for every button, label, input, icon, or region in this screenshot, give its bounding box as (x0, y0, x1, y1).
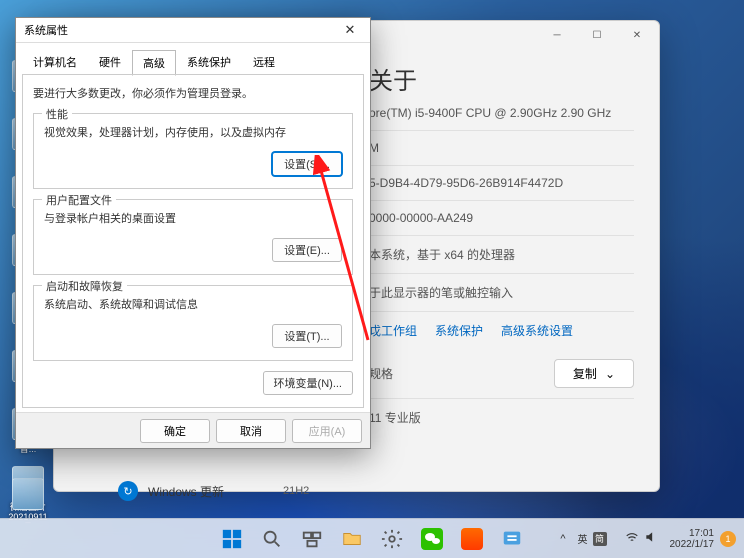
pen-row: 于此显示器的笔或触控输入 (369, 274, 634, 312)
profile-desc: 与登录帐户相关的桌面设置 (44, 210, 342, 226)
admin-note: 要进行大多数更改，你必须作为管理员登录。 (33, 85, 353, 101)
tab-system-protect[interactable]: 系统保护 (176, 49, 242, 75)
clock-time: 17:01 (670, 528, 715, 539)
profile-legend: 用户配置文件 (42, 192, 116, 208)
wechat-taskbar-button[interactable] (414, 521, 450, 557)
ram-row: M (369, 131, 634, 166)
desktop-icon[interactable]: 20210911 (8, 478, 48, 522)
settings-close-button[interactable]: ✕ (619, 23, 655, 47)
startup-group: 启动和故障恢复 系统启动、系统故障和调试信息 设置(T)... (33, 285, 353, 361)
link-advanced-settings[interactable]: 高级系统设置 (501, 322, 573, 339)
edition-row: 11 专业版 (369, 399, 634, 436)
explorer-button[interactable] (334, 521, 370, 557)
device-id-row: 5-D9B4-4D79-95D6-26B914F4472D (369, 166, 634, 201)
product-id-row: 0000-00000-AA249 (369, 201, 634, 236)
tab-hardware[interactable]: 硬件 (88, 49, 132, 75)
tab-remote[interactable]: 远程 (242, 49, 286, 75)
nav-windows-update[interactable]: ↻ Windows 更新 21H2 (118, 481, 318, 501)
link-workgroup[interactable]: 戉工作组 (369, 322, 417, 339)
profile-settings-button[interactable]: 设置(E)... (272, 238, 342, 262)
start-button[interactable] (214, 521, 250, 557)
version-value: 21H2 (283, 485, 309, 497)
env-vars-button[interactable]: 环境变量(N)... (263, 371, 353, 395)
settings-taskbar-button[interactable] (374, 521, 410, 557)
profile-group: 用户配置文件 与登录帐户相关的桌面设置 设置(E)... (33, 199, 353, 275)
search-button[interactable] (254, 521, 290, 557)
taskbar: ^ 英 简 17:01 2022/1/17 1 (0, 518, 744, 558)
chevron-down-icon: ⌄ (605, 367, 615, 381)
about-heading: 关于 (369, 61, 417, 96)
tab-advanced[interactable]: 高级 (132, 50, 176, 76)
system-tray[interactable] (619, 526, 664, 551)
link-system-protect[interactable]: 系统保护 (435, 322, 483, 339)
performance-settings-button[interactable]: 设置(S)... (272, 152, 342, 176)
app-taskbar-button[interactable] (454, 521, 490, 557)
volume-icon (644, 530, 658, 547)
startup-desc: 系统启动、系统故障和调试信息 (44, 296, 342, 312)
ok-button[interactable]: 确定 (140, 419, 210, 443)
arch-row: 本系统，基于 x64 的处理器 (369, 236, 634, 274)
ime-mode-icon: 简 (593, 532, 607, 546)
performance-desc: 视觉效果，处理器计划，内存使用，以及虚拟内存 (44, 124, 342, 140)
dialog-title: 系统属性 (24, 22, 68, 38)
desktop-icon-glyph (12, 478, 44, 510)
ime-indicator[interactable]: 英 简 (572, 527, 613, 550)
control-panel-taskbar-button[interactable] (494, 521, 530, 557)
copy-button[interactable]: 复制 ⌄ (554, 359, 634, 388)
spec-row: 规格 复制 ⌄ (369, 349, 634, 399)
settings-minimize-button[interactable]: ─ (539, 23, 575, 47)
dialog-close-button[interactable]: ✕ (334, 19, 366, 41)
system-properties-dialog: 系统属性 ✕ 计算机名硬件高级系统保护远程 要进行大多数更改，你必须作为管理员登… (15, 17, 371, 449)
spec-label: 规格 (369, 365, 393, 382)
clock-date: 2022/1/17 (670, 539, 715, 550)
task-view-button[interactable] (294, 521, 330, 557)
wifi-icon (625, 530, 639, 547)
cancel-button[interactable]: 取消 (216, 419, 286, 443)
links-row: 戉工作组 系统保护 高级系统设置 (369, 312, 634, 349)
tab-computer-name[interactable]: 计算机名 (22, 49, 88, 75)
notification-badge[interactable]: 1 (720, 531, 736, 547)
update-icon: ↻ (118, 481, 138, 501)
tray-chevron-icon[interactable]: ^ (560, 533, 565, 545)
startup-settings-button[interactable]: 设置(T)... (272, 324, 342, 348)
cpu-row: ore(TM) i5-9400F CPU @ 2.90GHz 2.90 GHz (369, 96, 634, 131)
apply-button[interactable]: 应用(A) (292, 419, 362, 443)
performance-legend: 性能 (42, 106, 72, 122)
clock[interactable]: 17:01 2022/1/17 (670, 528, 715, 550)
settings-maximize-button[interactable]: ☐ (579, 23, 615, 47)
startup-legend: 启动和故障恢复 (42, 278, 127, 294)
performance-group: 性能 视觉效果，处理器计划，内存使用，以及虚拟内存 设置(S)... (33, 113, 353, 189)
